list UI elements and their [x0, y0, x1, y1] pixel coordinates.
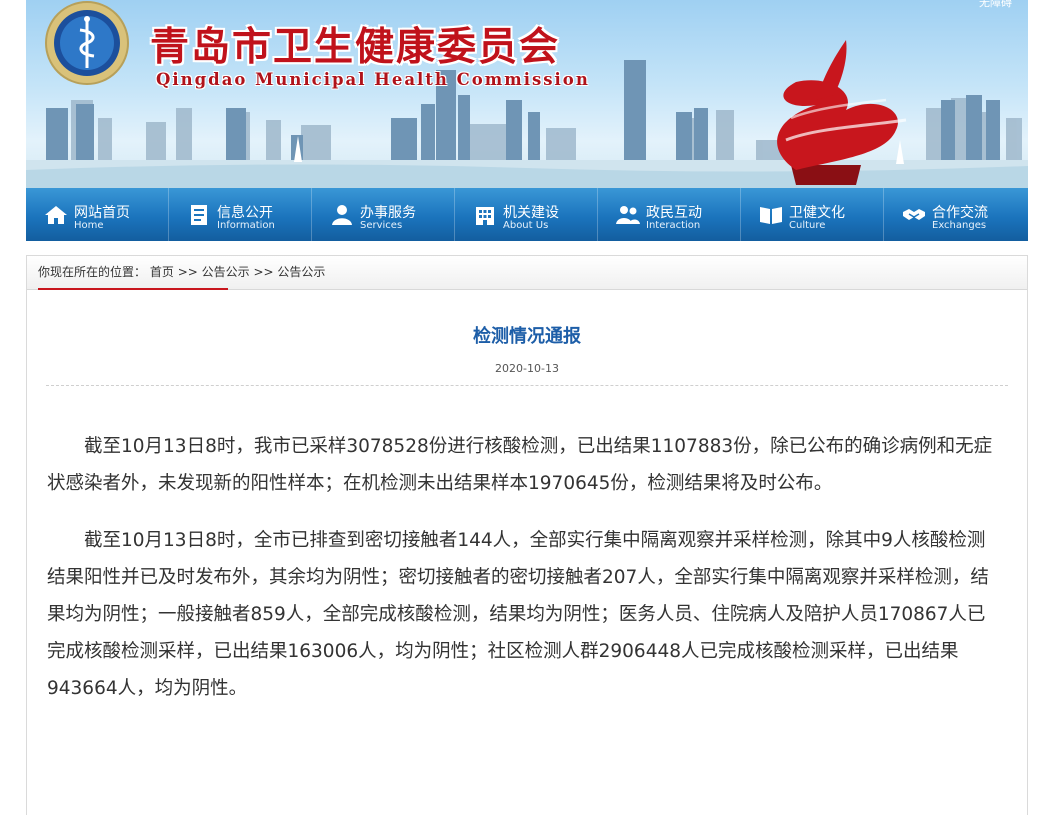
- nav-item-sublabel: Interaction: [646, 220, 701, 231]
- nav-item-sublabel: Exchanges: [932, 220, 987, 231]
- person-icon: [332, 205, 352, 225]
- article-title: 检测情况通报: [473, 326, 581, 347]
- nav-item-sublabel: About Us: [503, 220, 549, 231]
- site-subtitle: Qingdao Municipal Health Commission: [156, 70, 590, 89]
- accessibility-link[interactable]: 无障碍: [979, 0, 1012, 10]
- nav-item-sublabel: Culture: [789, 220, 826, 231]
- breadcrumb-link-current[interactable]: 公告公示: [277, 265, 325, 279]
- people-icon: [616, 206, 640, 224]
- handshake-icon: [903, 209, 925, 220]
- nav-item-label: 合作交流: [932, 205, 988, 221]
- book-icon: [760, 207, 782, 224]
- breadcrumb-separator: >>: [177, 265, 198, 279]
- divider: [46, 385, 1008, 386]
- nav-item-label: 机关建设: [503, 205, 559, 221]
- nav-item-label: 网站首页: [74, 205, 130, 221]
- article-date: 2020-10-13: [495, 362, 559, 375]
- breadcrumb-prefix: 你现在所在的位置：: [38, 265, 147, 279]
- health-commission-emblem-icon: [45, 1, 129, 85]
- nav-item-label: 信息公开: [217, 205, 273, 221]
- nav-item-information[interactable]: 信息公开 Information: [169, 188, 312, 241]
- nav-item-home[interactable]: 网站首页 Home: [26, 188, 169, 241]
- site-title: 青岛市卫生健康委员会: [150, 24, 561, 70]
- nav-item-label: 政民互动: [646, 205, 702, 221]
- main-nav: 网站首页 Home 信息公开 Information 办事服务 Services…: [26, 188, 1028, 241]
- nav-item-services[interactable]: 办事服务 Services: [312, 188, 455, 241]
- nav-item-sublabel: Services: [360, 220, 403, 231]
- article-paragraph: 截至10月13日8时，全市已排查到密切接触者144人，全部实行集中隔离观察并采样…: [47, 530, 989, 699]
- header-banner: 无障碍 青岛市卫生健康委员会 Qingdao Municipal Health …: [26, 0, 1028, 188]
- breadcrumb: 你现在所在的位置： 首页 >> 公告公示 >> 公告公示: [27, 256, 1027, 290]
- nav-item-sublabel: Information: [217, 220, 275, 231]
- article-panel: 你现在所在的位置： 首页 >> 公告公示 >> 公告公示 检测情况通报 2020…: [26, 255, 1028, 815]
- document-icon: [191, 205, 207, 225]
- breadcrumb-link-announcements[interactable]: 公告公示: [202, 265, 250, 279]
- breadcrumb-accent-line: [38, 288, 228, 290]
- nav-item-culture[interactable]: 卫健文化 Culture: [741, 188, 884, 241]
- nav-item-label: 办事服务: [360, 205, 416, 221]
- article-body: 截至10月13日8时，我市已采样3078528份进行核酸检测，已出结果11078…: [47, 428, 1001, 727]
- building-icon: [476, 207, 494, 225]
- breadcrumb-link-home[interactable]: 首页: [150, 265, 174, 279]
- nav-item-label: 卫健文化: [789, 205, 845, 221]
- breadcrumb-separator: >>: [253, 265, 274, 279]
- nav-item-interaction[interactable]: 政民互动 Interaction: [598, 188, 741, 241]
- nav-item-about[interactable]: 机关建设 About Us: [455, 188, 598, 241]
- nav-item-exchanges[interactable]: 合作交流 Exchanges: [884, 188, 1027, 241]
- home-icon: [45, 206, 67, 224]
- article-paragraph: 截至10月13日8时，我市已采样3078528份进行核酸检测，已出结果11078…: [47, 436, 993, 494]
- nav-item-sublabel: Home: [74, 220, 104, 231]
